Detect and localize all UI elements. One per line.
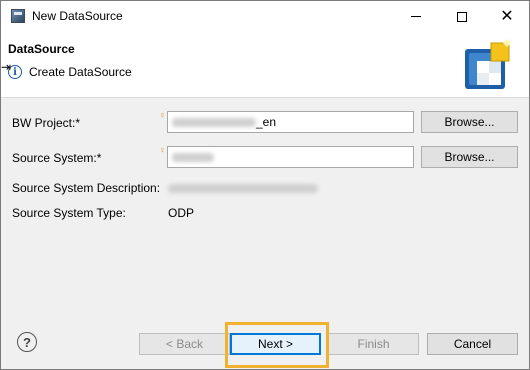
minimize-icon — [411, 16, 421, 17]
redacted-text — [168, 184, 318, 194]
maximize-button[interactable] — [439, 1, 485, 32]
source-system-description-value — [168, 181, 318, 195]
close-button[interactable]: ✕ — [484, 1, 530, 32]
source-system-browse-button[interactable]: Browse... — [421, 146, 518, 168]
header-message-text: Create DataSource — [29, 65, 132, 79]
next-button-highlight — [225, 322, 329, 368]
cancel-button[interactable]: Cancel — [427, 333, 518, 355]
close-icon: ✕ — [500, 7, 514, 25]
datasource-form: BW Project:* ♀ _en Browse... Source Syst… — [1, 99, 529, 311]
source-system-field[interactable] — [167, 146, 414, 168]
source-system-label: Source System:* — [12, 151, 102, 165]
bw-project-label: BW Project:* — [12, 116, 81, 130]
wizard-header: DataSource i Create DataSource — [1, 32, 529, 98]
source-system-description-label: Source System Description: — [12, 181, 161, 195]
window-title: New DataSource — [32, 9, 123, 23]
datasource-banner-icon — [465, 39, 511, 89]
required-marker-icon: ♀ — [159, 110, 166, 120]
help-icon[interactable]: ? — [17, 332, 37, 352]
bw-project-browse-button[interactable]: Browse... — [421, 111, 518, 133]
bw-project-field[interactable]: _en — [167, 111, 414, 133]
app-icon — [11, 9, 25, 23]
maximize-icon — [457, 11, 467, 22]
new-datasource-dialog: New DataSource ✕ DataSource i Create Dat… — [0, 0, 530, 370]
back-button[interactable]: < Back — [139, 333, 230, 355]
page-title: DataSource — [8, 42, 75, 56]
redacted-text — [172, 153, 214, 163]
required-marker-icon: ♀ — [159, 145, 166, 155]
source-system-type-value: ODP — [168, 206, 195, 220]
wizard-footer: ? < Back Next > Finish Cancel — [1, 311, 529, 369]
mouse-cursor-icon: ⇥ — [1, 60, 12, 74]
finish-button[interactable]: Finish — [328, 333, 419, 355]
redacted-text — [172, 118, 256, 128]
minimize-button[interactable] — [393, 1, 439, 32]
source-system-type-label: Source System Type: — [12, 206, 126, 220]
bw-project-value-suffix: _en — [256, 115, 277, 129]
title-bar[interactable]: New DataSource ✕ — [1, 1, 529, 32]
header-message: i Create DataSource — [8, 65, 132, 79]
